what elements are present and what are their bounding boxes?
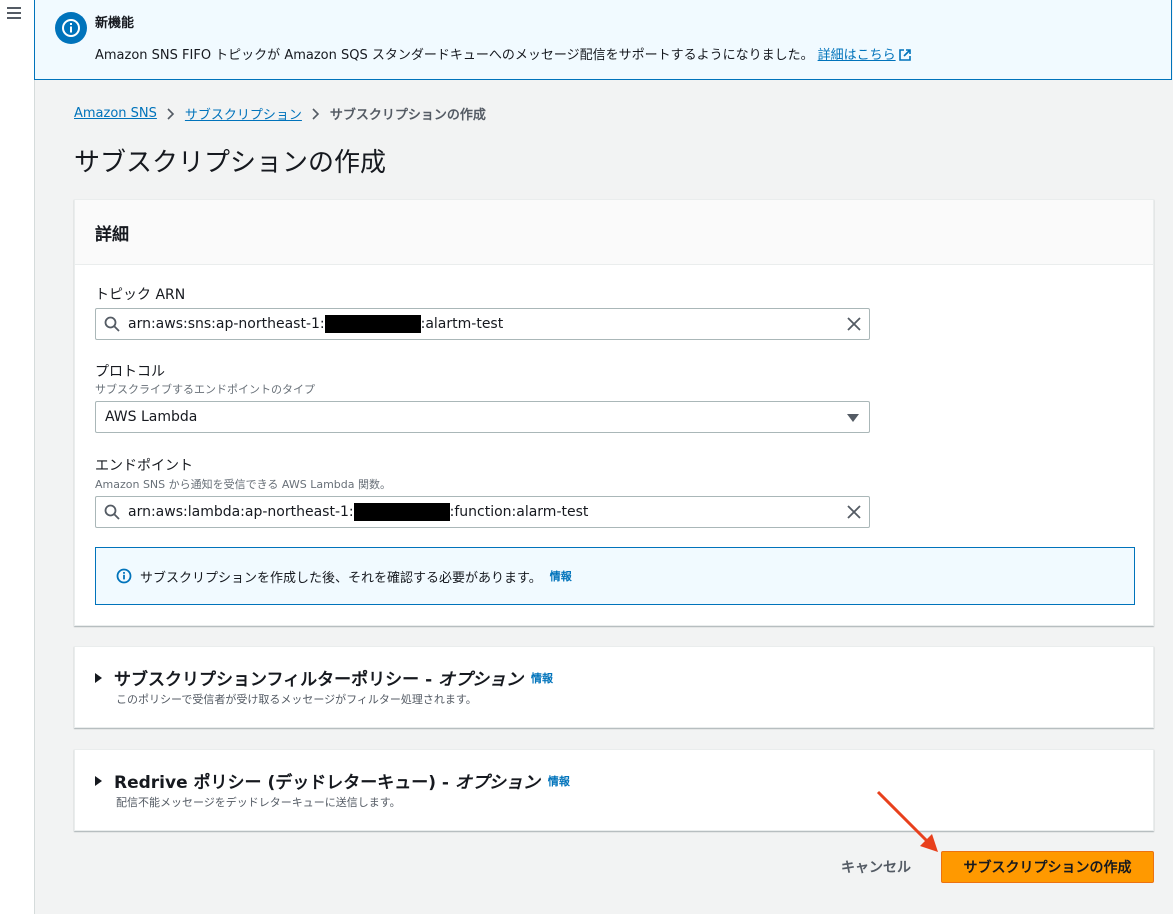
caret-right-icon <box>95 672 102 683</box>
clear-icon[interactable] <box>847 505 861 519</box>
external-link-icon <box>898 49 911 61</box>
protocol-select[interactable]: AWS Lambda <box>95 401 870 433</box>
learn-more-link[interactable]: 詳細はこちら <box>818 48 911 63</box>
create-subscription-button[interactable]: サブスクリプションの作成 <box>941 851 1154 883</box>
filter-policy-toggle[interactable]: サブスクリプションフィルターポリシー - オプション 情報 <box>95 665 553 690</box>
flash-title: 新機能 <box>95 16 135 31</box>
redrive-policy-panel: Redrive ポリシー (デッドレターキュー) - オプション 情報 配信不能… <box>74 749 1154 831</box>
redrive-policy-toggle[interactable]: Redrive ポリシー (デッドレターキュー) - オプション 情報 <box>95 768 570 793</box>
redacted-account-id <box>353 503 450 521</box>
filter-policy-panel: サブスクリプションフィルターポリシー - オプション 情報 このポリシーで受信者… <box>74 646 1154 728</box>
protocol-selected-value: AWS Lambda <box>105 409 198 425</box>
endpoint-description: Amazon SNS から通知を受信できる AWS Lambda 関数。 <box>95 478 391 491</box>
annotation-arrow-icon <box>876 790 938 852</box>
search-icon <box>104 316 120 332</box>
learn-more-label: 詳細はこちら <box>817 48 896 63</box>
filter-policy-title-text: サブスクリプションフィルターポリシー - <box>114 670 439 690</box>
chevron-right-icon <box>167 107 175 120</box>
filter-policy-info-link[interactable]: 情報 <box>531 670 553 686</box>
endpoint-input[interactable]: arn:aws:lambda:ap-northeast-1: :function:… <box>95 496 870 528</box>
page-title: サブスクリプションの作成 <box>74 148 387 178</box>
protocol-label: プロトコル <box>95 364 165 380</box>
redrive-policy-optional: オプション <box>454 773 540 793</box>
info-icon <box>116 568 132 584</box>
new-feature-flash-banner: 新機能 Amazon SNS FIFO トピックが Amazon SQS スタン… <box>34 0 1172 80</box>
filter-policy-title: サブスクリプションフィルターポリシー - オプション <box>114 665 523 690</box>
menu-icon[interactable] <box>7 7 21 19</box>
info-icon <box>55 12 87 44</box>
details-header: 詳細 <box>75 200 1153 265</box>
side-navigation-rail <box>0 0 35 914</box>
breadcrumb-subscriptions[interactable]: サブスクリプション <box>185 104 302 123</box>
caret-down-icon <box>847 414 859 422</box>
clear-icon[interactable] <box>847 317 861 331</box>
breadcrumb-current: サブスクリプションの作成 <box>329 108 486 123</box>
confirmation-info-text: サブスクリプションを作成した後、それを確認する必要があります。 <box>140 570 542 586</box>
chevron-right-icon <box>312 107 320 120</box>
topic-arn-input[interactable]: arn:aws:sns:ap-northeast-1: :alartm-test <box>95 308 870 340</box>
search-icon <box>104 504 120 520</box>
filter-policy-description: このポリシーで受信者が受け取るメッセージがフィルター処理されます。 <box>116 693 477 706</box>
breadcrumb: Amazon SNS サブスクリプション サブスクリプションの作成 <box>74 104 486 123</box>
redacted-account-id <box>324 315 421 333</box>
endpoint-label: エンドポイント <box>95 458 193 474</box>
protocol-description: サブスクライブするエンドポイントのタイプ <box>95 383 315 396</box>
filter-policy-optional: オプション <box>438 670 524 690</box>
endpoint-value-suffix: :function:alarm-test <box>449 504 589 520</box>
caret-right-icon <box>95 775 102 786</box>
redrive-policy-info-link[interactable]: 情報 <box>548 773 570 789</box>
topic-arn-label: トピック ARN <box>95 287 186 303</box>
info-link[interactable]: 情報 <box>550 568 572 584</box>
details-panel: 詳細 トピック ARN arn:aws:sns:ap-northeast-1::… <box>74 199 1154 626</box>
flash-message: Amazon SNS FIFO トピックが Amazon SQS スタンダードキ… <box>95 44 911 63</box>
breadcrumb-amazon-sns[interactable]: Amazon SNS <box>74 106 157 121</box>
endpoint-value-prefix: arn:aws:lambda:ap-northeast-1: <box>128 504 354 520</box>
topic-arn-value-suffix: :alartm-test <box>420 316 504 332</box>
cancel-button[interactable]: キャンセル <box>826 852 926 882</box>
confirmation-info-alert: サブスクリプションを作成した後、それを確認する必要があります。 情報 <box>95 547 1135 605</box>
flash-message-text: Amazon SNS FIFO トピックが Amazon SQS スタンダードキ… <box>95 48 814 63</box>
topic-arn-value-prefix: arn:aws:sns:ap-northeast-1: <box>128 316 325 332</box>
redrive-policy-title-text: Redrive ポリシー (デッドレターキュー) - <box>114 773 455 793</box>
redrive-policy-description: 配信不能メッセージをデッドレターキューに送信します。 <box>116 796 401 809</box>
redrive-policy-title: Redrive ポリシー (デッドレターキュー) - オプション <box>114 768 540 793</box>
